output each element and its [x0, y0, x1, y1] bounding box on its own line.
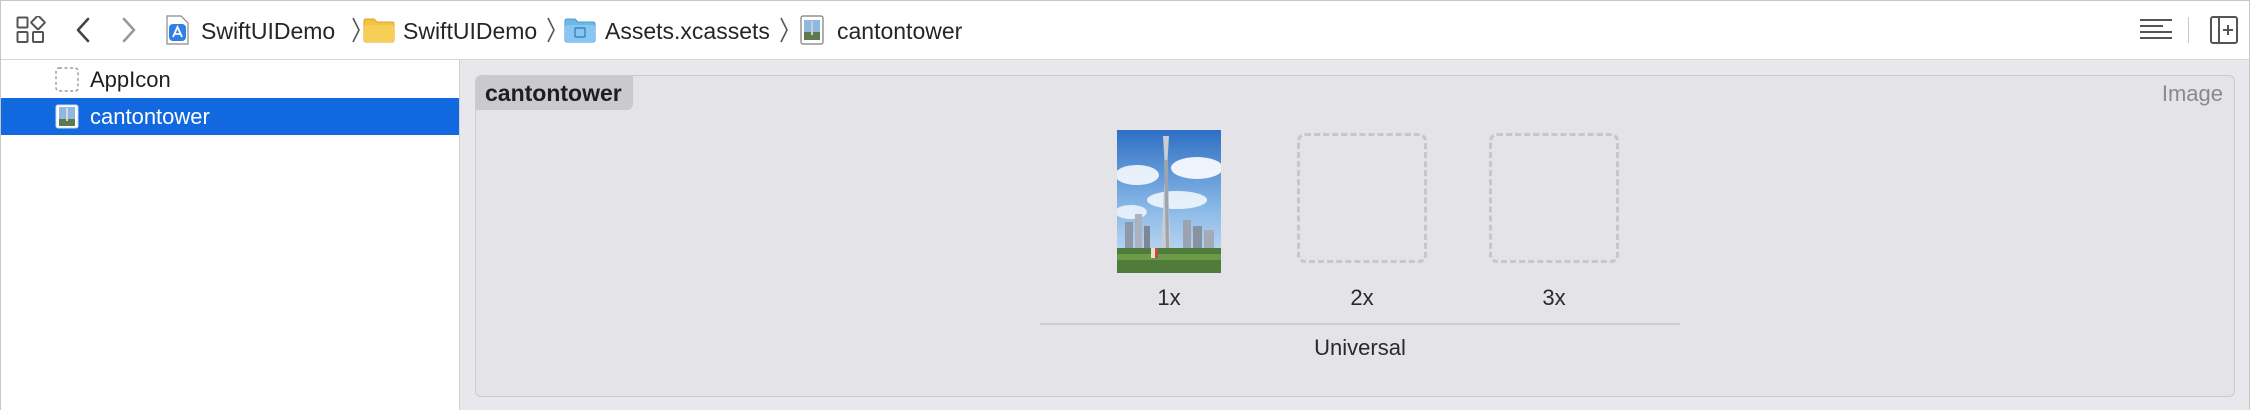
image-set-icon — [55, 104, 79, 129]
jump-bar: SwiftUIDemo SwiftUIDemo Assets.xcassets — [1, 1, 2249, 60]
sidebar-item-appicon[interactable]: AppIcon — [1, 61, 459, 98]
chevron-right-icon[interactable] — [119, 15, 139, 45]
breadcrumb-item-asset-catalog[interactable]: Assets.xcassets — [605, 17, 770, 45]
asset-name-label[interactable]: cantontower — [476, 76, 633, 110]
image-set-panel: cantontower Image 1x 2x 3x Universal — [475, 75, 2235, 397]
asset-list-sidebar: AppIcon cantontower — [1, 60, 460, 410]
chevron-left-icon[interactable] — [73, 15, 93, 45]
slot-label-1x: 1x — [1157, 285, 1181, 310]
breadcrumb-item-image[interactable]: cantontower — [837, 17, 962, 45]
image-file-icon — [799, 15, 825, 45]
sidebar-item-label: AppIcon — [90, 67, 171, 92]
breadcrumb-separator-icon — [547, 17, 555, 43]
image-slot-2x[interactable] — [1297, 133, 1427, 263]
group-divider — [1040, 323, 1680, 325]
toolbar-divider — [2188, 17, 2189, 43]
breadcrumb-item-group[interactable]: SwiftUIDemo — [403, 17, 537, 45]
folder-icon — [363, 15, 395, 45]
sidebar-item-label: cantontower — [90, 104, 210, 129]
slot-label-3x: 3x — [1542, 285, 1566, 310]
xcode-window: SwiftUIDemo SwiftUIDemo Assets.xcassets — [0, 0, 2250, 410]
add-editor-icon[interactable] — [2209, 15, 2239, 45]
canton-tower-thumbnail — [1115, 130, 1223, 273]
slot-label-2x: 2x — [1350, 285, 1374, 310]
breadcrumb-separator-icon — [780, 17, 788, 43]
breadcrumb-item-project[interactable]: SwiftUIDemo — [201, 17, 335, 45]
sidebar-item-cantontower[interactable]: cantontower — [1, 98, 459, 135]
image-slot-3x[interactable] — [1489, 133, 1619, 263]
breadcrumb-separator-icon — [352, 17, 360, 43]
asset-catalog-icon — [563, 15, 597, 45]
app-icon-placeholder-icon — [55, 67, 79, 92]
asset-type-label: Image — [2161, 81, 2223, 106]
grid-icon[interactable] — [15, 15, 47, 45]
image-slot-1x[interactable] — [1115, 130, 1223, 273]
lines-icon[interactable] — [2139, 15, 2173, 45]
asset-editor: cantontower Image 1x 2x 3x Universal — [460, 60, 2249, 410]
group-label-universal: Universal — [1314, 335, 1406, 360]
app-project-icon — [163, 15, 191, 45]
